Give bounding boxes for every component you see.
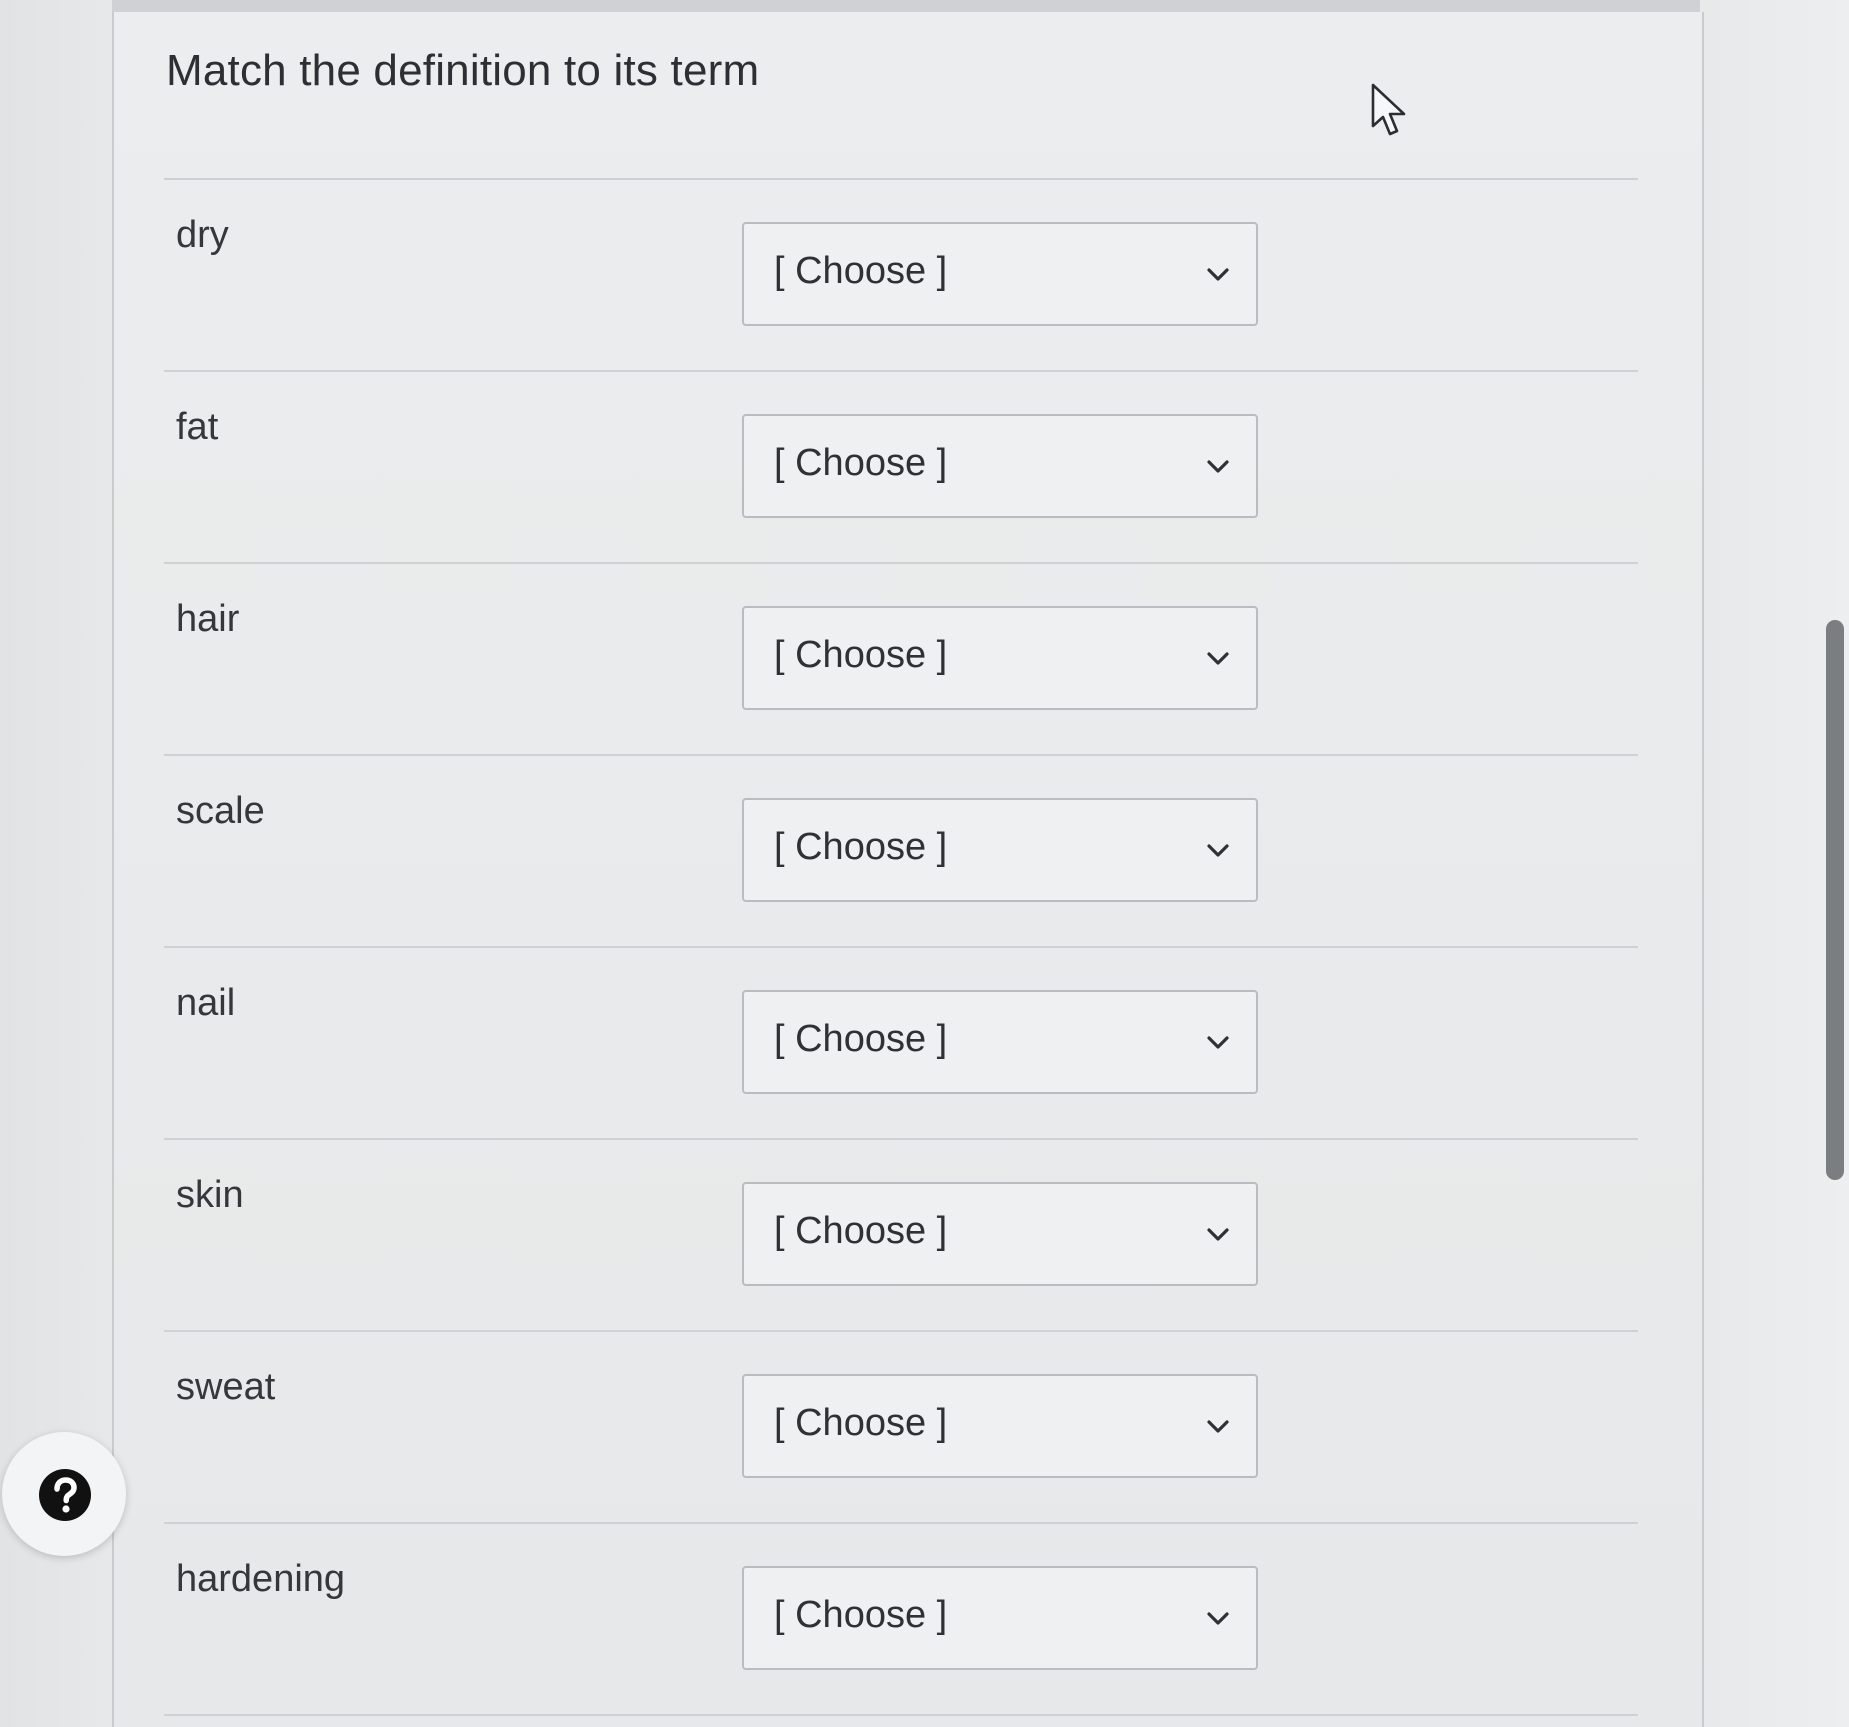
term-label: hardening [176, 1558, 346, 1600]
chevron-down-icon [1207, 652, 1229, 665]
chevron-down-icon [1207, 1228, 1229, 1241]
match-row-fat: fat [ Choose ] [164, 372, 1638, 564]
select-value: [ Choose ] [774, 634, 948, 676]
match-row-skin: skin [ Choose ] [164, 1140, 1638, 1332]
term-label: skin [176, 1174, 244, 1216]
match-row-dry: dry [ Choose ] [164, 180, 1638, 372]
term-label: dry [176, 214, 229, 256]
answer-select[interactable]: [ Choose ] [742, 414, 1258, 518]
select-value: [ Choose ] [774, 826, 948, 868]
chevron-down-icon [1207, 1612, 1229, 1625]
answer-select[interactable]: [ Choose ] [742, 1566, 1258, 1670]
answer-select[interactable]: [ Choose ] [742, 798, 1258, 902]
term-label: nail [176, 982, 236, 1024]
scrollbar-thumb[interactable] [1826, 620, 1844, 1180]
term-label: hair [176, 598, 240, 640]
match-row-scale: scale [ Choose ] [164, 756, 1638, 948]
term-label: sweat [176, 1366, 276, 1408]
answer-select[interactable]: [ Choose ] [742, 606, 1258, 710]
chevron-down-icon [1207, 460, 1229, 473]
browser-top-strip [0, 0, 1849, 12]
select-value: [ Choose ] [774, 1594, 948, 1636]
answer-select[interactable]: [ Choose ] [742, 1182, 1258, 1286]
help-button[interactable] [2, 1432, 126, 1556]
match-row-hair: hair [ Choose ] [164, 564, 1638, 756]
select-value: [ Choose ] [774, 1210, 948, 1252]
match-row-hardening: hardening [ Choose ] [164, 1524, 1638, 1716]
chevron-down-icon [1207, 268, 1229, 281]
question-title: Match the definition to its term [166, 46, 760, 95]
answer-select[interactable]: [ Choose ] [742, 222, 1258, 326]
select-value: [ Choose ] [774, 1018, 948, 1060]
answer-select[interactable]: [ Choose ] [742, 1374, 1258, 1478]
mouse-pointer-icon [1371, 83, 1406, 136]
answer-select[interactable]: [ Choose ] [742, 990, 1258, 1094]
match-row-sweat: sweat [ Choose ] [164, 1332, 1638, 1524]
chevron-down-icon [1207, 844, 1229, 857]
chevron-down-icon [1207, 1420, 1229, 1433]
chevron-down-icon [1207, 1036, 1229, 1049]
select-value: [ Choose ] [774, 250, 948, 292]
question-panel: Match the definition to its term dry [ C… [112, 12, 1704, 1727]
term-label: fat [176, 406, 219, 448]
select-value: [ Choose ] [774, 1402, 948, 1444]
term-label: scale [176, 790, 265, 832]
question-circle-icon [39, 1469, 91, 1521]
select-value: [ Choose ] [774, 442, 948, 484]
match-row-nail: nail [ Choose ] [164, 948, 1638, 1140]
